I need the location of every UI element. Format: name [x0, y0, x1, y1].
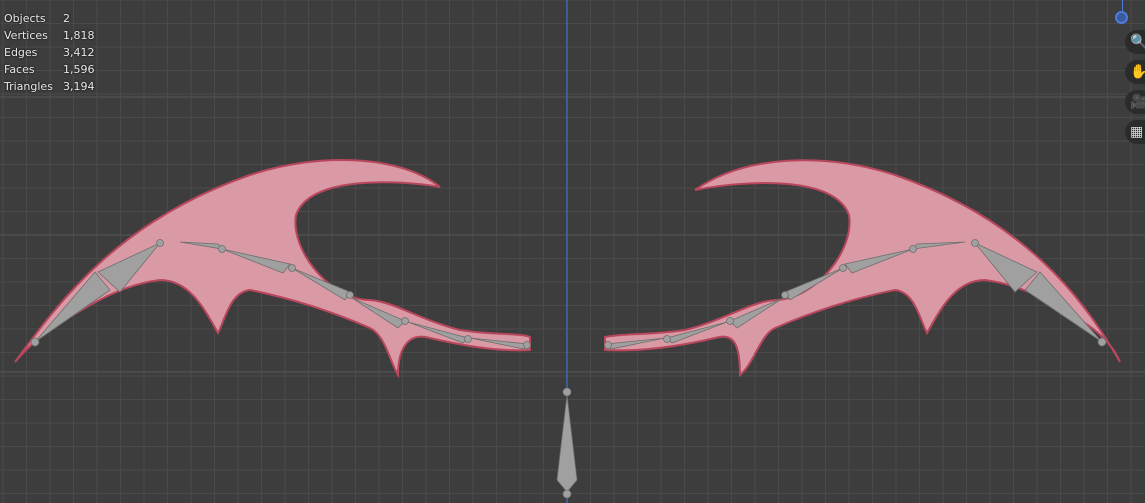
stat-label: Objects — [4, 12, 46, 25]
stat-row-objects: Objects 2 — [4, 10, 95, 27]
zoom-icon: 🔍 — [1130, 34, 1145, 50]
stat-row-vertices: Vertices 1,818 — [4, 27, 95, 44]
perspective-toggle-button[interactable]: ▦ — [1125, 120, 1145, 144]
stat-row-triangles: Triangles 3,194 — [4, 78, 95, 95]
stat-value: 2 — [63, 12, 70, 25]
stat-value: 1,818 — [63, 29, 95, 42]
stat-row-edges: Edges 3,412 — [4, 44, 95, 61]
stat-label: Vertices — [4, 29, 48, 42]
gizmo-axis-handle[interactable] — [1115, 11, 1128, 24]
stat-label: Triangles — [4, 80, 53, 93]
viewport-canvas[interactable] — [0, 0, 1145, 503]
zoom-button[interactable]: 🔍 — [1125, 30, 1145, 54]
camera-view-button[interactable]: 🎥 — [1125, 90, 1145, 114]
camera-icon: 🎥 — [1130, 94, 1145, 110]
grid-icon: ▦ — [1130, 124, 1144, 140]
stat-label: Edges — [4, 46, 38, 59]
pan-button[interactable]: ✋ — [1125, 60, 1145, 84]
stat-value: 3,194 — [63, 80, 95, 93]
stat-value: 1,596 — [63, 63, 95, 76]
navigation-gizmo[interactable]: 🔍 ✋ 🎥 ▦ — [1105, 0, 1145, 150]
stat-label: Faces — [4, 63, 35, 76]
stat-value: 3,412 — [63, 46, 95, 59]
right-wing-mesh[interactable] — [604, 159, 1121, 378]
stat-row-faces: Faces 1,596 — [4, 61, 95, 78]
scene-statistics: Objects 2 Vertices 1,818 Edges 3,412 Fac… — [4, 10, 95, 95]
left-wing-mesh[interactable] — [14, 159, 531, 379]
pan-hand-icon: ✋ — [1130, 64, 1145, 80]
3d-viewport[interactable]: Objects 2 Vertices 1,818 Edges 3,412 Fac… — [0, 0, 1145, 503]
root-bone[interactable] — [556, 387, 578, 499]
